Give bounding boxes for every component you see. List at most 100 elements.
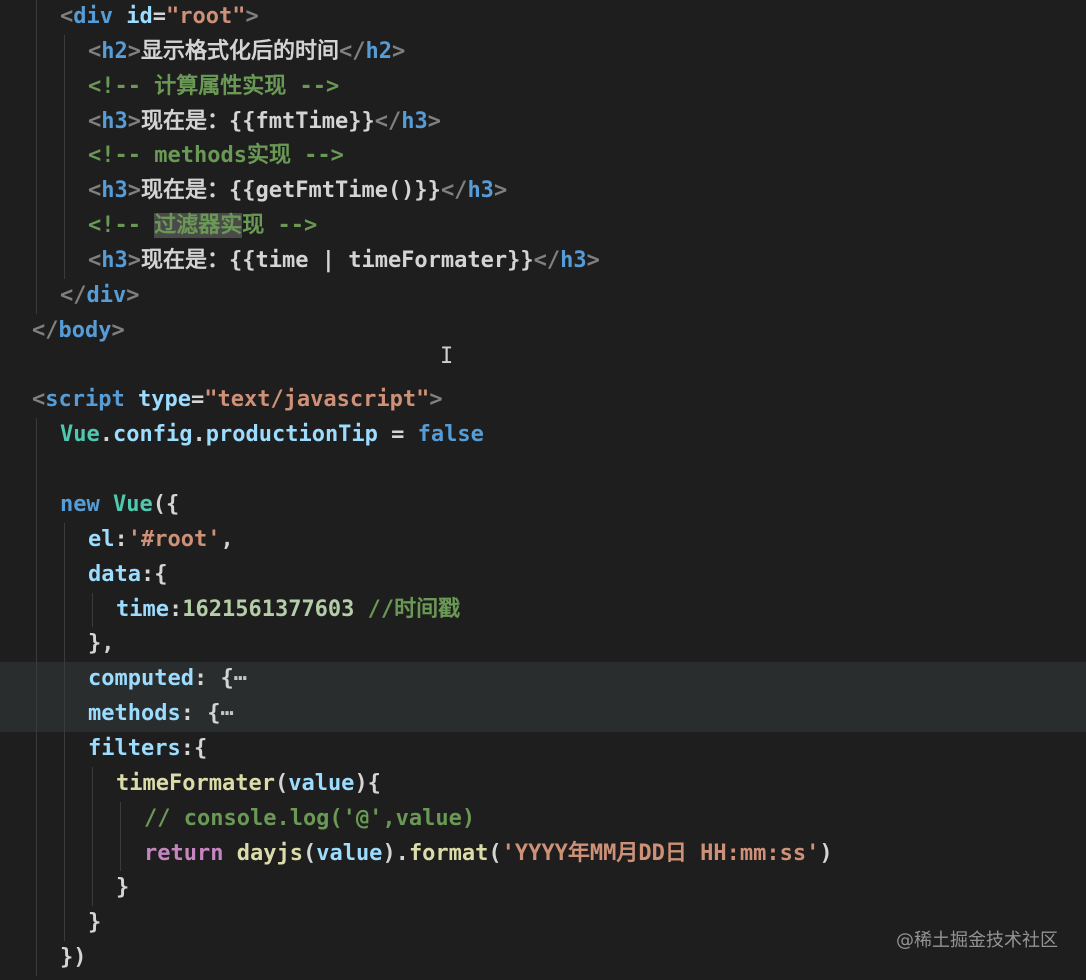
indent-guide	[92, 871, 93, 907]
code-line-content: new Vue({	[60, 488, 179, 523]
code-token: time	[116, 596, 169, 622]
indent-guide	[36, 139, 37, 175]
code-token: 过滤器实	[154, 213, 243, 239]
code-line[interactable]: },	[0, 627, 1086, 663]
indent-guide	[120, 801, 121, 837]
code-token: (	[274, 770, 289, 796]
indent-guide	[64, 522, 65, 558]
code-token: <	[60, 4, 74, 29]
indent-guide	[36, 34, 37, 70]
code-line[interactable]: <!-- methods实现 -->	[0, 139, 1086, 175]
code-line[interactable]: filters:{	[0, 732, 1086, 767]
indent-guide	[64, 174, 65, 210]
code-line[interactable]	[0, 349, 1086, 384]
code-token: value	[316, 840, 383, 866]
code-line-content: }	[116, 871, 129, 906]
code-line[interactable]: <h3>现在是：{{fmtTime}}</h3>	[0, 104, 1086, 140]
code-token: type	[124, 387, 191, 413]
code-line[interactable]: data:{	[0, 557, 1086, 593]
indent-guide	[36, 418, 37, 454]
code-token: :	[114, 526, 128, 552]
code-line[interactable]: methods: {⋯	[0, 697, 1086, 733]
code-line[interactable]: time:1621561377603 //时间戳	[0, 592, 1086, 628]
code-line[interactable]: el:'#root',	[0, 522, 1086, 558]
code-token: value	[288, 770, 355, 796]
code-line[interactable]: new Vue({	[0, 488, 1086, 523]
code-token: (	[302, 840, 317, 866]
code-line[interactable]: <h3>现在是：{{time | timeFormater}}</h3>	[0, 244, 1086, 279]
indent-guide	[36, 592, 37, 628]
code-token: Vue	[60, 422, 100, 448]
code-token: dayjs	[236, 840, 303, 866]
code-token: "root"	[166, 4, 246, 29]
code-token: computed	[88, 666, 194, 692]
code-line[interactable]: return dayjs(value).format('YYYY年MM月DD日 …	[0, 836, 1086, 872]
code-token: Vue	[112, 492, 153, 518]
code-line[interactable]: <!-- 过滤器实现 -->	[0, 209, 1086, 245]
code-token: div	[86, 282, 127, 308]
code-token: h3	[401, 108, 428, 134]
code-token: }	[88, 910, 102, 936]
code-token: >	[427, 108, 441, 134]
code-line[interactable]: <script type="text/javascript">	[0, 383, 1086, 418]
indent-guide	[64, 801, 65, 837]
code-line-content: <!-- 计算属性实现 -->	[88, 70, 339, 105]
indent-guide	[36, 278, 37, 314]
code-token: </	[32, 317, 59, 343]
code-line[interactable]	[0, 453, 1086, 489]
code-token: 现 -->	[242, 213, 318, 239]
code-lines[interactable]: <div id="root"> <h2>显示格式化后的时间</h2> <!-- 计算…	[0, 0, 1086, 977]
code-line[interactable]: </body>	[0, 314, 1086, 349]
code-line[interactable]: // console.log('@',value)	[0, 801, 1086, 837]
code-token: <!--	[88, 213, 155, 239]
indent-guide	[36, 209, 37, 245]
code-line[interactable]: <div id="root">	[0, 0, 1086, 35]
code-line[interactable]: <!-- 计算属性实现 -->	[0, 69, 1086, 105]
code-token: <	[88, 248, 102, 274]
indent-guide	[64, 627, 65, 663]
code-line-content: <script type="text/javascript">	[32, 383, 443, 418]
code-token: new	[60, 492, 113, 518]
indent-guide	[64, 104, 65, 140]
code-token: <!-- 计算属性实现 -->	[88, 73, 340, 99]
indent-guide	[36, 0, 37, 35]
indent-guide	[36, 871, 37, 907]
indent-guide	[64, 557, 65, 593]
code-line[interactable]: timeFormater(value){	[0, 766, 1086, 802]
indent-guide	[36, 836, 37, 872]
code-line[interactable]: }	[0, 871, 1086, 907]
code-line-content: <!-- methods实现 -->	[88, 139, 344, 174]
code-line-content: </body>	[32, 314, 125, 349]
code-token: ({	[152, 492, 180, 518]
code-token: "text/javascript"	[204, 387, 430, 413]
code-token: >	[111, 317, 125, 343]
code-line[interactable]: computed: {⋯	[0, 662, 1086, 698]
code-token: =	[152, 4, 166, 29]
code-line-content: time:1621561377603 //时间戳	[116, 593, 460, 628]
code-line[interactable]: <h2>显示格式化后的时间</h2>	[0, 34, 1086, 70]
code-line[interactable]: </div>	[0, 278, 1086, 314]
code-token: el	[88, 526, 115, 552]
code-token: false	[417, 422, 484, 448]
fold-ellipsis-icon[interactable]: ⋯	[220, 701, 233, 726]
code-token: </	[374, 108, 402, 134]
code-token: '#root'	[127, 526, 221, 552]
code-editor[interactable]: <div id="root"> <h2>显示格式化后的时间</h2> <!-- 计算…	[0, 0, 1086, 980]
indent-guide	[64, 697, 65, 733]
fold-ellipsis-icon[interactable]: ⋯	[234, 666, 247, 691]
code-line[interactable]: <h3>现在是：{{getFmtTime()}}</h3>	[0, 174, 1086, 210]
code-line[interactable]: Vue.config.productionTip = false	[0, 418, 1086, 454]
indent-guide	[36, 941, 37, 977]
code-line-content: <div id="root">	[60, 0, 259, 35]
indent-guide	[64, 871, 65, 907]
indent-guide	[64, 836, 65, 872]
code-token: </	[440, 178, 468, 204]
code-token: 现在是：{{getFmtTime()}}	[141, 178, 441, 204]
code-line-content: <h3>现在是：{{getFmtTime()}}</h3>	[88, 174, 507, 209]
code-token: <	[88, 108, 102, 134]
indent-guide	[64, 34, 65, 70]
code-line-content: Vue.config.productionTip = false	[60, 418, 484, 453]
code-token: : {	[193, 666, 234, 692]
code-line-content: }	[88, 906, 101, 941]
code-token: :{	[140, 561, 168, 587]
